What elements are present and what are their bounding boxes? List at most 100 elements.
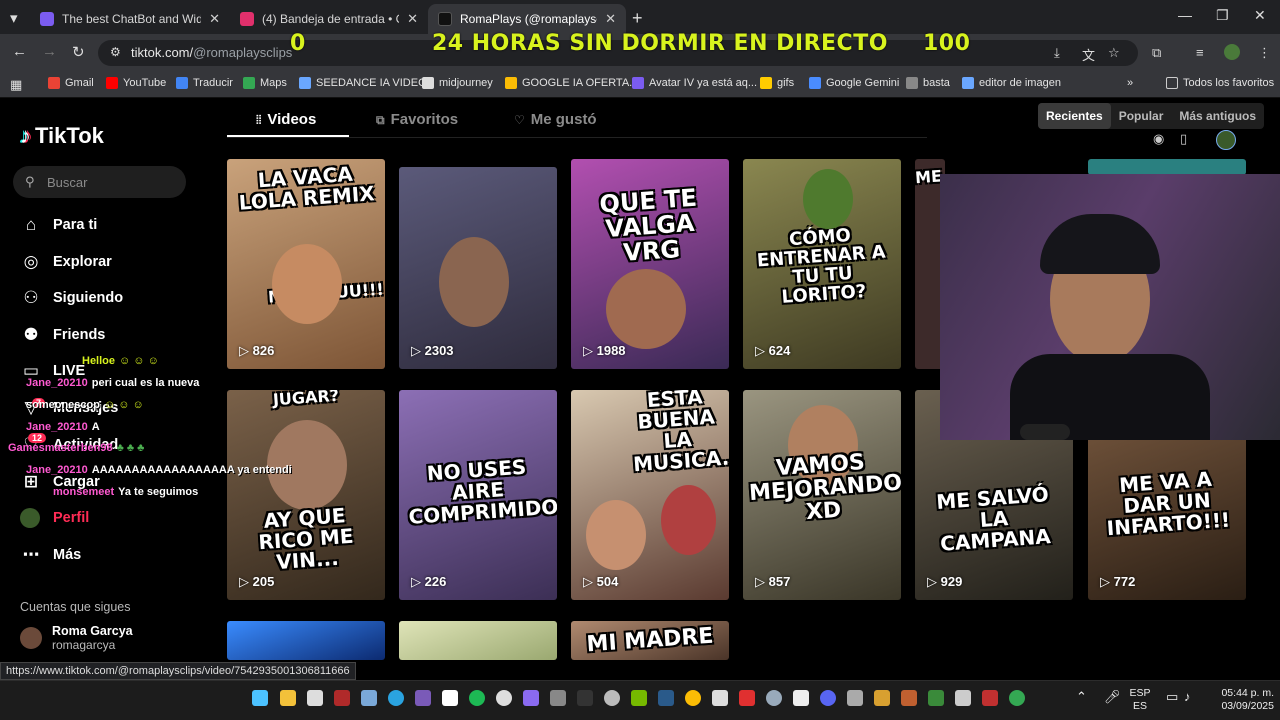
device-mini-icon[interactable]: ▯: [1180, 131, 1187, 147]
all-favorites[interactable]: Todos los favoritos: [1166, 77, 1274, 89]
app9-icon[interactable]: [901, 690, 917, 706]
url-text[interactable]: tiktok.com/@romaplaysclips: [131, 45, 292, 60]
video-card[interactable]: NO USES AIRE COMPRIMIDO! ▷ 226: [399, 390, 557, 600]
reload-icon[interactable]: ↻: [72, 43, 85, 61]
clock[interactable]: 05:44 p. m. 03/09/2025: [1206, 687, 1274, 713]
search-input[interactable]: ⚲ Buscar: [13, 166, 186, 198]
app-icon[interactable]: [334, 690, 350, 706]
microphone-icon[interactable]: 🎤︎: [1104, 690, 1121, 703]
bookmark-gemini[interactable]: Google Gemini: [809, 77, 899, 89]
telegram-icon[interactable]: [388, 690, 404, 706]
obs-icon[interactable]: [415, 690, 431, 706]
app5-icon[interactable]: [739, 690, 755, 706]
discord-icon[interactable]: [820, 690, 836, 706]
bookmark-avatar[interactable]: Avatar IV ya está aq...: [632, 77, 757, 89]
sidebar-item-siguiendo[interactable]: ⚇ Siguiendo: [20, 286, 123, 310]
site-info-icon[interactable]: ⚙: [110, 45, 121, 59]
language-indicator[interactable]: ESP ES: [1128, 687, 1152, 713]
app2-icon[interactable]: [523, 690, 539, 706]
notepad-icon[interactable]: [361, 690, 377, 706]
bookmark-seedance[interactable]: SEEDANCE IA VIDEO: [299, 77, 427, 89]
network-icon[interactable]: ▭: [1166, 690, 1178, 703]
capcut2-icon[interactable]: [577, 690, 593, 706]
bookmarks-overflow-icon[interactable]: »: [1127, 77, 1133, 89]
video-card[interactable]: ▷ 2303: [399, 167, 557, 369]
tab-favoritos[interactable]: ⧉ Favoritos: [376, 111, 458, 128]
tab-videos[interactable]: ⦙⦙ Videos: [256, 111, 316, 128]
bookmark-editor[interactable]: editor de imagen: [962, 77, 1061, 89]
browser-menu-icon[interactable]: ⋮: [1258, 45, 1271, 61]
video-card[interactable]: LA VACA LOLA REMIX MUUUUUU!!! ▷ 826: [227, 159, 385, 369]
video-card[interactable]: [227, 621, 385, 660]
bookmark-traducir[interactable]: Traducir: [176, 77, 233, 89]
start-icon[interactable]: [252, 690, 268, 706]
app11-icon[interactable]: [982, 690, 998, 706]
media-icon[interactable]: ≡: [1196, 45, 1204, 60]
video-card[interactable]: [399, 621, 557, 660]
browser-tab-instagram[interactable]: (4) Bandeja de entrada • Chats ✕: [230, 4, 428, 34]
capcut-icon[interactable]: [442, 690, 458, 706]
extensions-icon[interactable]: ⧉: [1152, 45, 1161, 61]
app10-icon[interactable]: [928, 690, 944, 706]
volume-icon[interactable]: ♪: [1184, 690, 1191, 703]
tab-search-icon[interactable]: ▾: [10, 9, 18, 27]
video-card[interactable]: MI MADRE: [571, 621, 729, 660]
share-icon[interactable]: [955, 690, 971, 706]
translate-icon[interactable]: 文: [1082, 45, 1095, 64]
app7-icon[interactable]: [847, 690, 863, 706]
sort-mas-antiguos[interactable]: Más antiguos: [1171, 103, 1264, 129]
close-tab-icon[interactable]: ✕: [407, 11, 418, 27]
steam-icon[interactable]: [658, 690, 674, 706]
app8-icon[interactable]: [874, 690, 890, 706]
browser-tab-tiktok[interactable]: RomaPlays (@romaplaysclips) | ✕: [428, 4, 626, 34]
maximize-button[interactable]: ❐: [1216, 7, 1229, 24]
video-card[interactable]: [1088, 159, 1246, 175]
file-explorer-icon[interactable]: [280, 690, 296, 706]
app6-icon[interactable]: [793, 690, 809, 706]
video-card[interactable]: ESTA BUENA LA MUSICA... ▷ 504: [571, 390, 729, 600]
bookmark-maps[interactable]: Maps: [243, 77, 287, 89]
tab-me-gusto[interactable]: ♡ Me gustó: [514, 111, 597, 128]
minimize-button[interactable]: —: [1178, 7, 1192, 23]
sidebar-item-para-ti[interactable]: ⌂ Para ti: [20, 213, 97, 237]
close-tab-icon[interactable]: ✕: [605, 11, 616, 27]
chrome-icon[interactable]: [685, 690, 701, 706]
bookmark-google-ia[interactable]: GOOGLE IA OFERTA...: [505, 77, 638, 89]
bookmark-youtube[interactable]: YouTube: [106, 77, 166, 89]
video-card[interactable]: VAMOS MEJORANDO XD ▷ 857: [743, 390, 901, 600]
app3-icon[interactable]: [604, 690, 620, 706]
tray-chevron-icon[interactable]: ⌃: [1076, 690, 1087, 703]
sidebar-item-mas[interactable]: ⋯ Más: [20, 543, 82, 567]
video-card[interactable]: QUE TE VALGA VRG ▷ 1988: [571, 159, 729, 369]
video-card[interactable]: JUGAR? AY QUE RICO ME VIN... ▷ 205: [227, 390, 385, 600]
video-card[interactable]: CÓMO ENTRENAR A TU TU LORITO? ▷ 624: [743, 159, 901, 369]
app4-icon[interactable]: [712, 690, 728, 706]
settings-icon[interactable]: [766, 690, 782, 706]
bookmark-star-icon[interactable]: ☆: [1108, 45, 1120, 61]
close-window-button[interactable]: ✕: [1254, 7, 1266, 24]
camera-icon[interactable]: [550, 690, 566, 706]
forward-icon[interactable]: →: [42, 43, 57, 60]
close-tab-icon[interactable]: ✕: [209, 11, 220, 27]
sidebar-item-friends[interactable]: ⚉ Friends: [20, 323, 105, 347]
install-app-icon[interactable]: ⤓: [1054, 45, 1060, 61]
chrome-active-icon[interactable]: [1009, 690, 1025, 706]
sidebar-item-explorar[interactable]: ◎ Explorar: [20, 250, 112, 274]
browser-tab-chatbot[interactable]: The best ChatBot and Widgets ✕: [30, 4, 230, 34]
tiktok-logo[interactable]: ♪ TikTok: [20, 123, 104, 149]
new-tab-button[interactable]: +: [632, 8, 643, 29]
back-icon[interactable]: ←: [12, 43, 27, 60]
nvidia-icon[interactable]: [631, 690, 647, 706]
bookmark-basta[interactable]: basta: [906, 77, 950, 89]
following-account[interactable]: Roma Garcya romagarcya: [20, 624, 133, 652]
bookmark-gmail[interactable]: Gmail: [48, 77, 94, 89]
sort-recientes[interactable]: Recientes: [1038, 103, 1111, 129]
chatgpt-icon[interactable]: [496, 690, 512, 706]
sidebar-item-perfil[interactable]: Perfil: [20, 506, 89, 530]
store-icon[interactable]: [307, 690, 323, 706]
sort-popular[interactable]: Popular: [1111, 103, 1172, 129]
profile-avatar-icon[interactable]: [1224, 44, 1240, 60]
bookmark-gifs[interactable]: gifs: [760, 77, 794, 89]
bookmark-midjourney[interactable]: midjourney: [422, 77, 493, 89]
profile-mini-icon[interactable]: [1216, 130, 1236, 150]
